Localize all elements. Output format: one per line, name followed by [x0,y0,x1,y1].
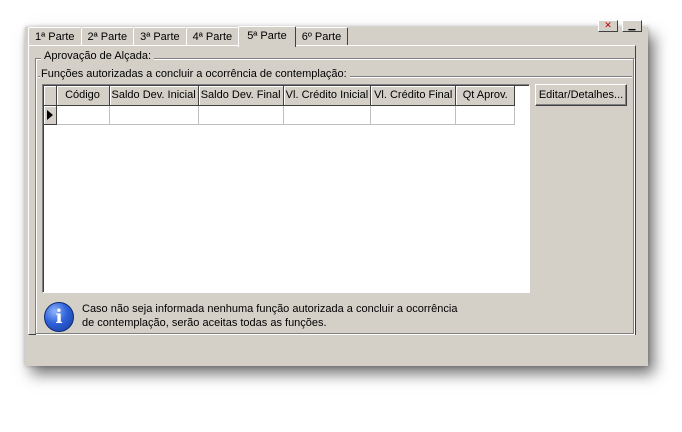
functions-label: Funções autorizadas a concluir a ocorrên… [40,68,350,80]
tab-parte-1[interactable]: 1ª Parte [28,27,82,46]
info-message: Caso não seja informada nenhuma função a… [82,302,457,330]
info-message-line-2: de contemplação, serão aceitas todas as … [82,317,327,329]
column-header-vl-credito-final[interactable]: Vl. Crédito Final [370,86,457,106]
column-header-codigo[interactable]: Código [56,86,110,106]
edit-details-button[interactable]: Editar/Detalhes... [535,84,627,106]
column-header-saldo-dev-final[interactable]: Saldo Dev. Final [198,86,284,106]
approval-group-title: Aprovação de Alçada: [41,50,155,62]
tab-strip: 1ª Parte 2ª Parte 3ª Parte 4ª Parte 5ª P… [28,26,349,47]
cell-vl-credito-final[interactable] [370,105,457,125]
grid-corner [44,86,57,106]
column-header-vl-credito-inicial[interactable]: Vl. Crédito Inicial [283,86,372,106]
minimize-icon[interactable]: ▁ [622,20,642,32]
cell-saldo-dev-final[interactable] [198,105,284,125]
tab-parte-2[interactable]: 2ª Parte [80,27,135,46]
window-controls: ✕ ▁ [598,20,642,32]
info-icon: i [44,302,74,332]
tab-parte-3[interactable]: 3ª Parte [133,27,187,46]
cell-vl-credito-inicial[interactable] [283,105,372,125]
tab-parte-5[interactable]: 5ª Parte [238,26,296,47]
table-row[interactable] [44,105,516,125]
cell-qt-aprov[interactable] [455,105,516,125]
row-indicator [44,105,57,125]
tab-parte-4[interactable]: 4ª Parte [185,27,240,46]
current-row-arrow-icon [46,109,53,120]
column-header-saldo-dev-inicial[interactable]: Saldo Dev. Inicial [109,86,199,106]
tab-parte-6[interactable]: 6º Parte [294,27,349,46]
info-message-line-1: Caso não seja informada nenhuma função a… [82,303,458,315]
column-header-qt-aprov[interactable]: Qt Aprov. [455,86,516,106]
cell-codigo[interactable] [56,105,110,125]
close-icon[interactable]: ✕ [598,20,618,32]
functions-grid[interactable]: Código Saldo Dev. Inicial Saldo Dev. Fin… [42,84,530,293]
cell-saldo-dev-inicial[interactable] [109,105,199,125]
